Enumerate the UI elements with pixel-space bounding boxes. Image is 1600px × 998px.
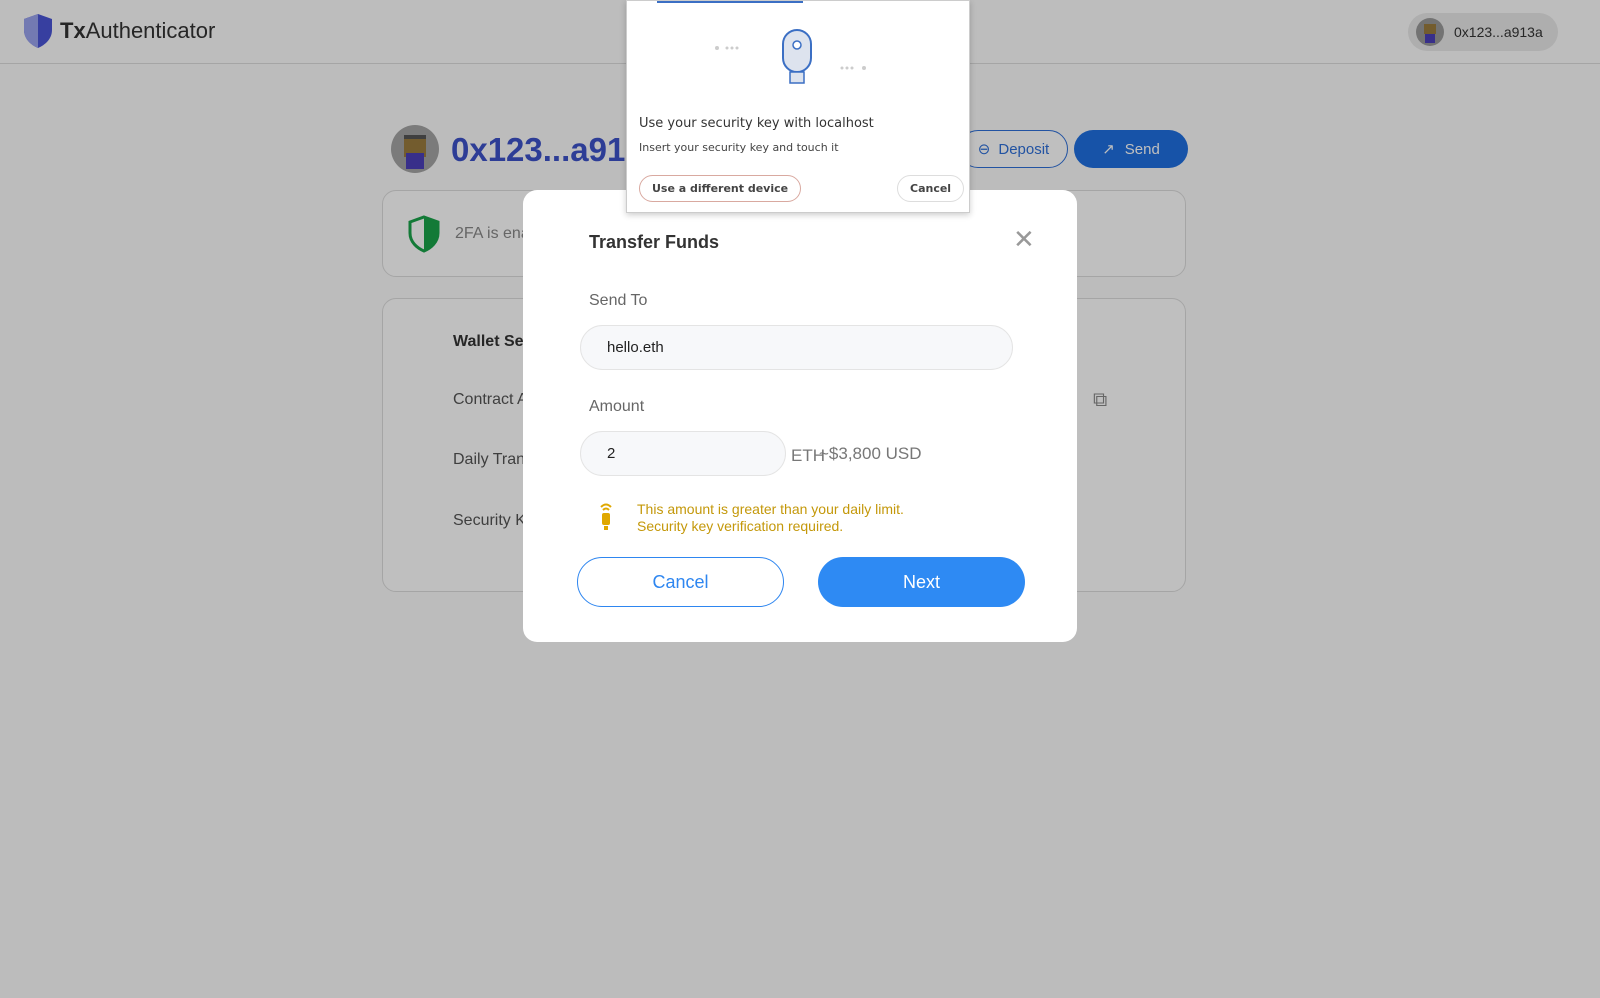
transfer-funds-modal: Transfer Funds ✕ Send To hello.eth Amoun… <box>523 190 1077 642</box>
amount-input[interactable]: 2 ETH <box>580 431 825 476</box>
send-to-input[interactable]: hello.eth <box>580 325 1013 370</box>
next-button[interactable]: Next <box>818 557 1025 607</box>
use-different-device-button[interactable]: Use a different device <box>639 175 802 202</box>
security-key-dialog: Use your security key with localhost Ins… <box>626 0 970 213</box>
usd-estimate: ~$3,800 USD <box>819 444 922 463</box>
cancel-button[interactable]: Cancel <box>577 557 784 607</box>
usb-security-key-icon <box>715 29 866 84</box>
security-key-cancel-button[interactable]: Cancel <box>897 175 965 202</box>
daily-limit-warning: This amount is greater than your daily l… <box>637 501 904 534</box>
close-icon[interactable]: ✕ <box>1013 224 1035 255</box>
security-key-warning-icon <box>600 503 612 530</box>
